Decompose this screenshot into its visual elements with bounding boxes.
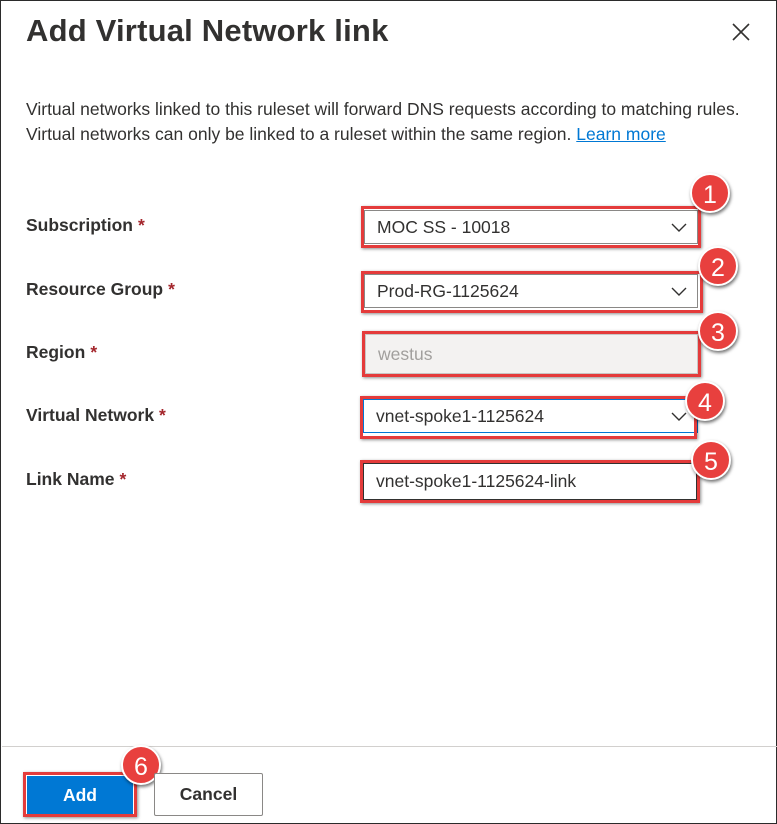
chevron-down-icon	[671, 223, 687, 232]
add-virtual-network-link-panel: Add Virtual Network link Virtual network…	[0, 0, 777, 824]
panel-title: Add Virtual Network link	[26, 13, 389, 48]
region-value: westus	[378, 344, 433, 364]
step-badge-4: 4	[685, 381, 725, 421]
virtual-network-label-text: Virtual Network	[26, 405, 155, 425]
required-marker: *	[119, 469, 127, 489]
step-badge-2: 2	[698, 246, 738, 286]
resource-group-value: Prod-RG-1125624	[377, 281, 519, 301]
subscription-value: MOC SS - 10018	[377, 217, 511, 237]
virtual-network-dropdown[interactable]: vnet-spoke1-1125624	[363, 399, 698, 433]
link-name-label-text: Link Name	[26, 469, 115, 489]
learn-more-link[interactable]: Learn more	[576, 124, 666, 144]
resource-group-label-text: Resource Group	[26, 279, 164, 299]
link-name-value: vnet-spoke1-1125624-link	[376, 471, 577, 491]
virtual-network-label: Virtual Network *	[26, 405, 166, 426]
step-badge-5: 5	[691, 440, 731, 480]
subscription-dropdown[interactable]: MOC SS - 10018	[364, 210, 698, 244]
close-button[interactable]	[728, 19, 754, 45]
region-field: westus	[365, 334, 698, 374]
step-badge-1: 1	[690, 173, 730, 213]
required-marker: *	[159, 405, 166, 425]
step-badge-3: 3	[698, 311, 738, 351]
region-label: Region *	[26, 342, 97, 363]
resource-group-label: Resource Group *	[26, 279, 175, 300]
required-marker: *	[137, 215, 145, 235]
panel-description: Virtual networks linked to this ruleset …	[26, 97, 766, 147]
footer-divider	[2, 746, 777, 747]
close-icon	[732, 23, 750, 41]
cancel-button[interactable]: Cancel	[154, 773, 263, 816]
resource-group-dropdown[interactable]: Prod-RG-1125624	[364, 274, 698, 308]
required-marker: *	[168, 279, 175, 299]
region-label-text: Region	[26, 342, 86, 362]
subscription-label: Subscription *	[26, 215, 145, 236]
chevron-down-icon	[671, 287, 687, 296]
required-marker: *	[90, 342, 98, 362]
link-name-input[interactable]: vnet-spoke1-1125624-link	[363, 463, 697, 500]
chevron-down-icon	[671, 412, 687, 421]
subscription-label-text: Subscription	[26, 215, 133, 235]
link-name-label: Link Name *	[26, 469, 126, 490]
add-button[interactable]: Add	[27, 776, 133, 814]
virtual-network-value: vnet-spoke1-1125624	[376, 406, 544, 426]
